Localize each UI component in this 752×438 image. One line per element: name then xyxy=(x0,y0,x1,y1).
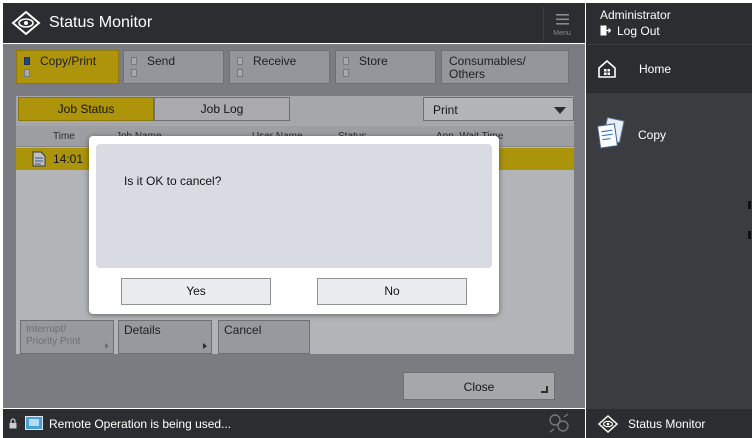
network-icon[interactable] xyxy=(548,413,570,433)
status-monitor-button[interactable]: Status Monitor xyxy=(586,409,752,438)
yes-button[interactable]: Yes xyxy=(121,278,271,305)
home-icon xyxy=(598,60,616,78)
window-title: Status Monitor xyxy=(49,14,153,31)
no-button[interactable]: No xyxy=(317,278,467,305)
status-monitor-icon xyxy=(598,415,618,433)
menu-label: Menu xyxy=(553,30,571,37)
user-area: Administrator Log Out xyxy=(586,3,752,44)
logout-link[interactable]: Log Out xyxy=(617,24,660,38)
menu-button[interactable]: Menu xyxy=(543,7,580,41)
dialog-message-area: Is it OK to cancel? xyxy=(96,144,492,268)
home-button[interactable]: Home xyxy=(586,45,752,93)
copy-button[interactable]: Copy xyxy=(586,111,752,157)
right-panel: Administrator Log Out Home Copy Status M… xyxy=(586,3,752,438)
copy-icon xyxy=(596,117,625,149)
dialog-message: Is it OK to cancel? xyxy=(124,174,222,188)
lock-icon xyxy=(9,418,17,429)
copy-label: Copy xyxy=(638,128,667,142)
status-bar: Remote Operation is being used... xyxy=(3,409,585,438)
user-name: Administrator xyxy=(600,8,671,22)
home-label: Home xyxy=(639,62,672,76)
status-message: Remote Operation is being used... xyxy=(49,417,232,431)
status-monitor-icon xyxy=(11,10,41,36)
status-monitor-label: Status Monitor xyxy=(628,417,706,431)
logout-icon[interactable] xyxy=(600,25,611,36)
remote-icon xyxy=(25,416,43,430)
screen: Status Monitor Menu Copy/Print Send Rece… xyxy=(0,0,752,438)
edge-marker xyxy=(748,231,751,239)
edge-marker xyxy=(748,201,751,209)
title-bar: Status Monitor Menu xyxy=(3,3,585,43)
confirm-dialog: Is it OK to cancel? Yes No xyxy=(89,136,499,314)
menu-icon xyxy=(556,14,569,25)
